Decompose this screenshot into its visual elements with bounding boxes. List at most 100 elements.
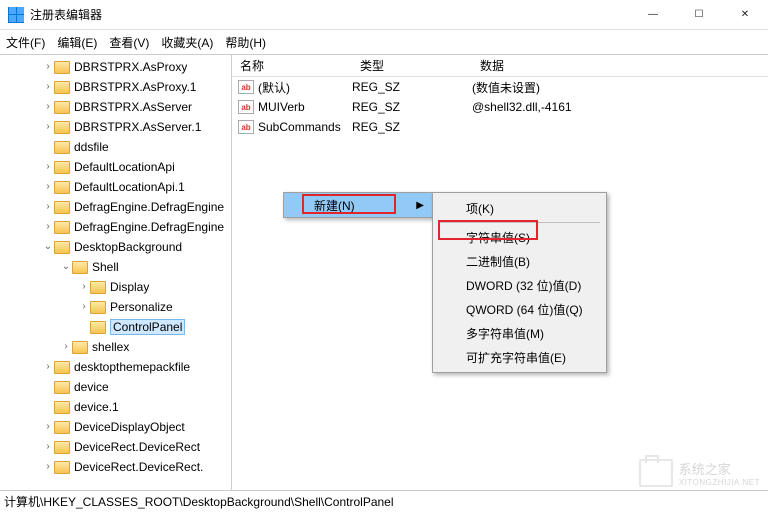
context-menu-item[interactable]: 二进制值(B) — [436, 249, 603, 273]
folder-icon — [54, 181, 70, 194]
tree-item[interactable]: ›DBRSTPRX.AsServer.1 — [0, 117, 231, 137]
folder-icon — [90, 321, 106, 334]
col-name[interactable]: 名称 — [232, 57, 352, 74]
tree-item[interactable]: › DeviceRect.DeviceRect. — [0, 457, 231, 477]
tree-item[interactable]: ›DefaultLocationApi — [0, 157, 231, 177]
expand-icon[interactable]: › — [78, 301, 90, 313]
context-menu-item[interactable]: QWORD (64 位)值(Q) — [436, 297, 603, 321]
folder-icon — [54, 121, 70, 134]
menu-file[interactable]: 文件(F) — [6, 34, 45, 51]
list-row[interactable]: ab(默认)REG_SZ(数值未设置) — [232, 77, 768, 97]
tree-item[interactable]: ⌄ DesktopBackground — [0, 237, 231, 257]
tree-item[interactable]: ›Display — [0, 277, 231, 297]
expand-icon[interactable]: › — [42, 441, 54, 453]
string-value-icon: ab — [238, 80, 254, 94]
context-menu-new[interactable]: 新建(N) ▶ — [284, 193, 432, 217]
folder-icon — [54, 241, 70, 254]
context-menu-item[interactable]: 可扩充字符串值(E) — [436, 345, 603, 369]
tree-item[interactable]: ControlPanel — [0, 317, 231, 337]
tree-item-label: Personalize — [110, 300, 173, 314]
tree-item-label: DeviceRect.DeviceRect. — [74, 460, 203, 474]
tree-item[interactable]: device — [0, 377, 231, 397]
tree-item[interactable]: ⌄Shell — [0, 257, 231, 277]
expand-icon[interactable]: › — [42, 421, 54, 433]
expand-icon[interactable]: › — [42, 461, 54, 473]
expand-icon[interactable]: › — [42, 121, 54, 133]
expand-icon[interactable]: › — [78, 281, 90, 293]
tree-item[interactable]: ›DBRSTPRX.AsServer — [0, 97, 231, 117]
tree-item-label: DeviceDisplayObject — [74, 420, 185, 434]
tree-item[interactable]: › DeviceDisplayObject — [0, 417, 231, 437]
submenu-arrow-icon: ▶ — [416, 200, 424, 211]
col-data[interactable]: 数据 — [472, 57, 768, 74]
folder-icon — [54, 361, 70, 374]
tree-item-label: ddsfile — [74, 140, 109, 154]
expand-icon[interactable]: › — [42, 61, 54, 73]
list-row[interactable]: ab MUIVerb REG_SZ@shell32.dll,-4161 — [232, 97, 768, 117]
tree-item[interactable]: › DefaultLocationApi.1 — [0, 177, 231, 197]
menu-help[interactable]: 帮助(H) — [225, 34, 266, 51]
value-data: @shell32.dll,-4161 — [472, 100, 768, 114]
context-menu-item[interactable]: 多字符串值(M) — [436, 321, 603, 345]
tree-item[interactable]: ›DBRSTPRX.AsProxy.1 — [0, 77, 231, 97]
expand-icon[interactable]: › — [42, 101, 54, 113]
context-menu-item[interactable]: 字符串值(S) — [436, 225, 603, 249]
tree-pane[interactable]: ›DBRSTPRX.AsProxy›DBRSTPRX.AsProxy.1›DBR… — [0, 55, 232, 490]
expand-icon[interactable]: › — [60, 341, 72, 353]
tree-item-label: DesktopBackground — [74, 240, 182, 254]
tree-item[interactable]: › desktopthemepackfile — [0, 357, 231, 377]
expand-icon[interactable]: › — [42, 361, 54, 373]
tree-item-label: DefragEngine.DefragEngine — [74, 220, 224, 234]
expand-icon[interactable]: › — [42, 201, 54, 213]
folder-icon — [54, 161, 70, 174]
tree-item[interactable]: ddsfile — [0, 137, 231, 157]
tree-item[interactable]: › shellex — [0, 337, 231, 357]
watermark: 系统之家 XITONGZHIJIA.NET — [639, 459, 760, 487]
expand-icon[interactable]: › — [42, 181, 54, 193]
value-name: (默认) — [258, 79, 290, 96]
expand-icon[interactable]: › — [42, 221, 54, 233]
tree-item-label: desktopthemepackfile — [74, 360, 190, 374]
maximize-button[interactable]: ☐ — [676, 0, 722, 30]
collapse-icon[interactable]: ⌄ — [42, 241, 54, 253]
value-name: MUIVerb — [258, 100, 305, 114]
tree-item[interactable]: › Personalize — [0, 297, 231, 317]
col-type[interactable]: 类型 — [352, 57, 472, 74]
statusbar: 计算机\HKEY_CLASSES_ROOT\DesktopBackground\… — [0, 490, 768, 512]
tree-item[interactable]: › DefragEngine.DefragEngine — [0, 217, 231, 237]
string-value-icon: ab — [238, 100, 254, 114]
menu-edit[interactable]: 编辑(E) — [57, 34, 97, 51]
watermark-text1: 系统之家 — [679, 459, 760, 478]
tree-item-label: device.1 — [74, 400, 119, 414]
value-type: REG_SZ — [352, 100, 472, 114]
tree-item-label: shellex — [92, 340, 129, 354]
watermark-logo-icon — [639, 459, 673, 487]
minimize-button[interactable]: — — [630, 0, 676, 30]
value-data: (数值未设置) — [472, 79, 768, 96]
watermark-text2: XITONGZHIJIA.NET — [679, 478, 760, 487]
tree-item[interactable]: device.1 — [0, 397, 231, 417]
tree-item-label: device — [74, 380, 109, 394]
folder-icon — [54, 81, 70, 94]
close-button[interactable]: ✕ — [722, 0, 768, 30]
list-row[interactable]: abSubCommandsREG_SZ — [232, 117, 768, 137]
context-menu-item[interactable]: 项(K) — [436, 196, 603, 220]
content-area: ›DBRSTPRX.AsProxy›DBRSTPRX.AsProxy.1›DBR… — [0, 54, 768, 490]
context-submenu-new: 项(K) 字符串值(S)二进制值(B)DWORD (32 位)值(D)QWORD … — [432, 192, 607, 373]
tree-item-label: DefaultLocationApi.1 — [74, 180, 185, 194]
menu-view[interactable]: 查看(V) — [109, 34, 149, 51]
string-value-icon: ab — [238, 120, 254, 134]
expand-icon[interactable]: › — [42, 161, 54, 173]
window-title: 注册表编辑器 — [30, 6, 630, 23]
menu-favorites[interactable]: 收藏夹(A) — [161, 34, 213, 51]
tree-item[interactable]: ›DBRSTPRX.AsProxy — [0, 57, 231, 77]
tree-item[interactable]: ›DeviceRect.DeviceRect — [0, 437, 231, 457]
window-controls: — ☐ ✕ — [630, 0, 768, 30]
collapse-icon[interactable]: ⌄ — [60, 261, 72, 273]
tree-item[interactable]: ›DefragEngine.DefragEngine — [0, 197, 231, 217]
expand-icon[interactable]: › — [42, 81, 54, 93]
context-menu-item[interactable]: DWORD (32 位)值(D) — [436, 273, 603, 297]
folder-icon — [54, 461, 70, 474]
folder-icon — [54, 141, 70, 154]
context-menu-new-label: 新建(N) — [314, 197, 355, 214]
